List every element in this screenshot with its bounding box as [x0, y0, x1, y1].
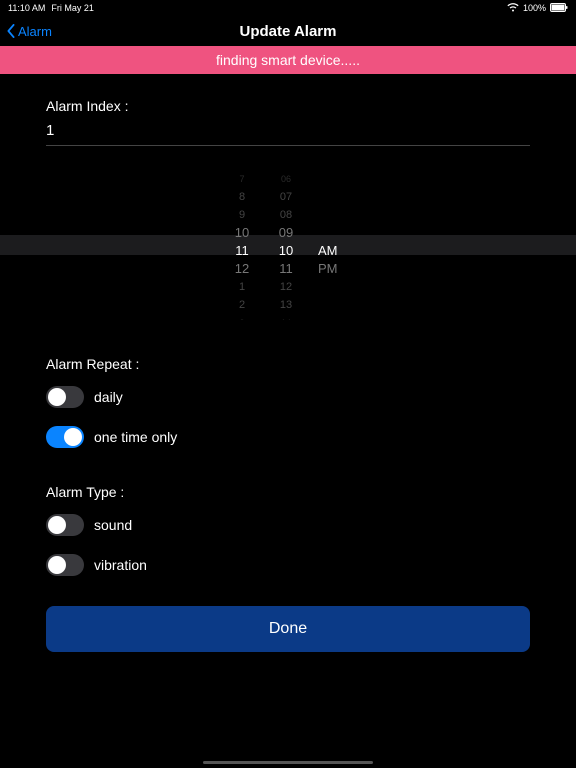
toggle-label: daily — [94, 389, 123, 405]
picker-item[interactable]: 1 — [239, 278, 245, 296]
toggle-label: sound — [94, 517, 132, 533]
toggle-one-time-only[interactable] — [46, 426, 84, 448]
picker-item[interactable]: 08 — [280, 206, 292, 224]
toggle-label: one time only — [94, 429, 177, 445]
toggle-sound[interactable] — [46, 514, 84, 536]
toggle-vibration[interactable] — [46, 554, 84, 576]
repeat-options: daily one time only — [46, 386, 530, 448]
picker-item[interactable]: 11 — [235, 242, 249, 260]
alarm-type-label: Alarm Type : — [46, 484, 530, 500]
hour-column[interactable]: 789101112123 — [230, 170, 254, 320]
picker-item[interactable]: 10 — [235, 224, 249, 242]
toggle-row: one time only — [46, 426, 530, 448]
status-banner: finding smart device..... — [0, 46, 576, 74]
picker-item[interactable]: 8 — [239, 188, 245, 206]
alarm-repeat-label: Alarm Repeat : — [46, 356, 530, 372]
picker-item[interactable]: PM — [318, 260, 338, 278]
type-options: sound vibration — [46, 514, 530, 576]
toggle-row: sound — [46, 514, 530, 536]
battery-icon — [550, 3, 568, 14]
picker-item[interactable]: 12 — [235, 260, 249, 278]
wifi-icon — [507, 3, 519, 14]
picker-item[interactable]: 10 — [279, 242, 293, 260]
picker-item[interactable]: 07 — [280, 188, 292, 206]
picker-item[interactable]: 14 — [281, 314, 291, 320]
toggle-row: vibration — [46, 554, 530, 576]
toggle-label: vibration — [94, 557, 147, 573]
picker-item[interactable]: 09 — [279, 224, 293, 242]
picker-item[interactable]: 9 — [239, 206, 245, 224]
picker-item[interactable]: 2 — [239, 296, 245, 314]
page-title: Update Alarm — [0, 23, 576, 40]
status-time: 11:10 AM — [8, 3, 45, 13]
alarm-index-label: Alarm Index : — [46, 98, 530, 114]
picker-item[interactable]: 11 — [279, 260, 293, 278]
home-indicator — [203, 761, 373, 764]
time-picker[interactable]: 789101112123 060708091011121314 ....AMPM — [0, 170, 576, 320]
toggle-row: daily — [46, 386, 530, 408]
picker-item[interactable]: AM — [318, 242, 338, 260]
picker-item[interactable]: 12 — [280, 278, 292, 296]
status-battery: 100% — [523, 3, 546, 13]
alarm-index-input[interactable] — [46, 114, 530, 146]
done-button[interactable]: Done — [46, 606, 530, 652]
nav-bar: Alarm Update Alarm — [0, 16, 576, 46]
picker-item[interactable]: 7 — [239, 170, 244, 188]
picker-item[interactable]: 13 — [280, 296, 292, 314]
ampm-column[interactable]: ....AMPM — [318, 170, 346, 320]
minute-column[interactable]: 060708091011121314 — [274, 170, 298, 320]
status-bar: 11:10 AM Fri May 21 100% — [0, 0, 576, 16]
picker-item[interactable]: 06 — [281, 170, 291, 188]
status-date: Fri May 21 — [51, 3, 94, 13]
toggle-daily[interactable] — [46, 386, 84, 408]
picker-item[interactable]: 3 — [239, 314, 244, 320]
